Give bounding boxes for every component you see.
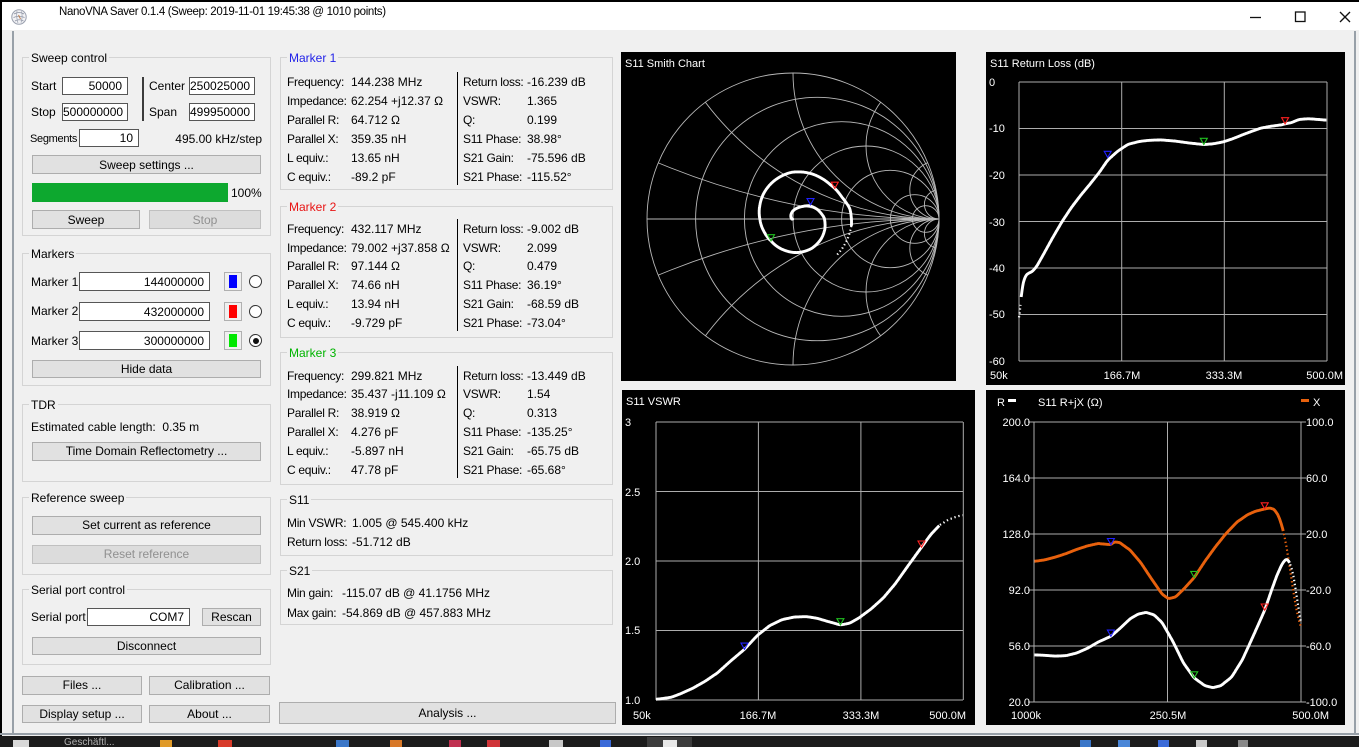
svg-text:50k: 50k <box>990 370 1008 382</box>
svg-text:-60: -60 <box>989 356 1005 368</box>
svg-text:250.5M: 250.5M <box>1150 710 1187 722</box>
svg-text:56.0: 56.0 <box>1009 641 1030 653</box>
svg-text:166.7M: 166.7M <box>740 710 777 722</box>
svg-text:0: 0 <box>989 77 995 89</box>
svg-text:333.3M: 333.3M <box>1206 370 1243 382</box>
svg-text:60.0: 60.0 <box>1306 473 1327 485</box>
svg-text:100.0: 100.0 <box>1306 417 1334 429</box>
svg-text:500.0M: 500.0M <box>929 710 966 722</box>
svg-text:166.7M: 166.7M <box>1104 370 1141 382</box>
svg-text:-50: -50 <box>989 309 1005 321</box>
svg-text:500.0M: 500.0M <box>1306 370 1343 382</box>
svg-text:20.0: 20.0 <box>1009 697 1030 709</box>
svg-text:200.0: 200.0 <box>1002 417 1030 429</box>
svg-text:-10: -10 <box>989 123 1005 135</box>
svg-text:92.0: 92.0 <box>1009 585 1030 597</box>
svg-text:1.0: 1.0 <box>625 695 640 707</box>
svg-text:2.0: 2.0 <box>625 556 640 568</box>
svg-text:S11 VSWR: S11 VSWR <box>626 396 681 408</box>
svg-text:-20: -20 <box>989 170 1005 182</box>
svg-text:50k: 50k <box>633 710 651 722</box>
svg-text:S11 Return Loss (dB): S11 Return Loss (dB) <box>990 58 1095 70</box>
svg-text:-60.0: -60.0 <box>1306 641 1331 653</box>
svg-text:1000k: 1000k <box>1011 710 1041 722</box>
svg-text:333.3M: 333.3M <box>843 710 880 722</box>
svg-text:500.0M: 500.0M <box>1292 710 1329 722</box>
svg-text:128.0: 128.0 <box>1002 529 1030 541</box>
svg-text:S11 Smith Chart: S11 Smith Chart <box>625 58 705 70</box>
svg-text:-40: -40 <box>989 263 1005 275</box>
svg-text:20.0: 20.0 <box>1306 529 1327 541</box>
svg-text:R: R <box>997 397 1005 409</box>
svg-text:3: 3 <box>625 417 631 429</box>
svg-text:164.0: 164.0 <box>1002 473 1030 485</box>
svg-text:X: X <box>1313 397 1321 409</box>
svg-text:-100.0: -100.0 <box>1306 697 1337 709</box>
svg-text:-30: -30 <box>989 217 1005 229</box>
svg-text:-20.0: -20.0 <box>1306 585 1331 597</box>
svg-text:S11 R+jX (Ω): S11 R+jX (Ω) <box>1038 397 1103 409</box>
svg-text:2.5: 2.5 <box>625 487 640 499</box>
svg-text:1.5: 1.5 <box>625 625 640 637</box>
